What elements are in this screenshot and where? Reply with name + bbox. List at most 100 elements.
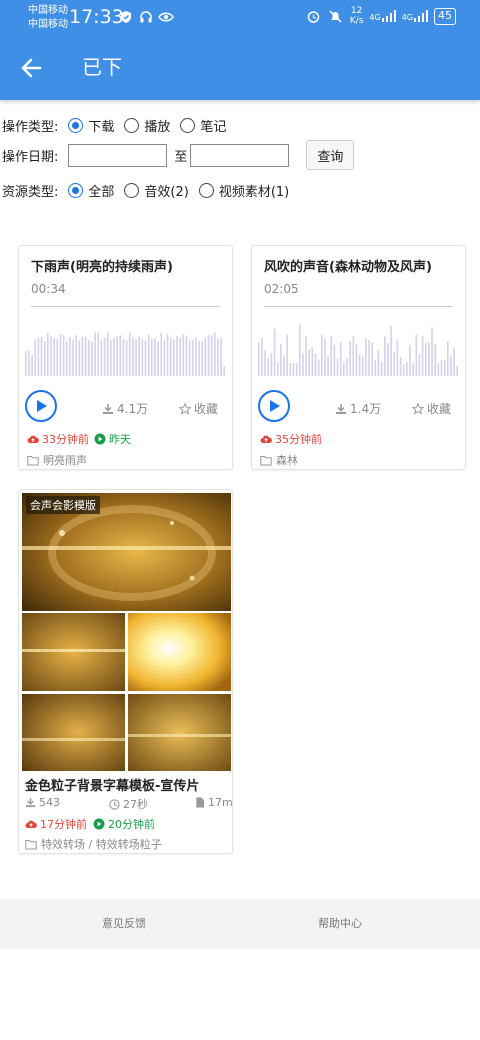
waveform-bar (56, 339, 59, 376)
play-circle-icon (94, 433, 106, 445)
video-duration: 27秒 (109, 796, 148, 812)
waveform-bar (437, 363, 440, 376)
waveform-bar (447, 341, 449, 376)
waveform-bar (286, 334, 288, 376)
waveform-bar (295, 362, 298, 376)
help-center-link[interactable]: 帮助中心 (318, 915, 362, 931)
eye-icon (158, 9, 174, 25)
radio-res-all[interactable]: 全部 (68, 181, 114, 200)
cloud-upload-icon (260, 435, 272, 443)
audio-card[interactable]: 风吹的声音(森林动物及风声) 02:05 1.4万 收藏 35分钟前 森林 (251, 245, 466, 470)
feedback-link[interactable]: 意见反馈 (102, 915, 146, 931)
waveform-bar (352, 336, 355, 376)
status-time: 17:33 (69, 6, 124, 28)
waveform-bar (103, 337, 106, 376)
waveform-bar (84, 337, 87, 376)
waveform-bar (40, 336, 43, 376)
waveform-bar (173, 339, 175, 376)
waveform-bar (110, 340, 112, 376)
mute-bell-icon (328, 8, 344, 24)
waveform-bar (339, 342, 342, 376)
radio-res-video[interactable]: 视频素材(1) (198, 181, 289, 200)
waveform-bar (78, 340, 81, 376)
waveform-bar (53, 337, 55, 376)
date-from-input[interactable] (68, 143, 168, 167)
waveform-bar (179, 338, 181, 376)
download-count: 543 (25, 796, 60, 809)
video-title: 金色粒子背景字幕模板-宣传片 (25, 779, 200, 794)
shield-icon (118, 9, 134, 25)
waveform-bar (314, 353, 317, 376)
uploaded-time: 33分钟前 (27, 431, 89, 447)
waveform-bar (374, 360, 377, 376)
waveform-bar (75, 335, 77, 376)
radio-res-sound[interactable]: 音效(2) (124, 181, 189, 200)
favorite-button[interactable]: 收藏 (412, 400, 451, 417)
waveform-bar (346, 358, 348, 376)
waveform-bar (25, 351, 27, 376)
waveform-bar (261, 337, 263, 376)
waveform-bar (283, 355, 285, 376)
star-icon (412, 402, 424, 415)
thumbnail (128, 613, 231, 691)
radio-dot (68, 118, 84, 133)
video-card[interactable]: 会声会影模版 金色粒子背景字幕模板-宣传片 543 27秒 17m 17分钟前 … (18, 489, 233, 854)
waveform-bar (384, 336, 386, 376)
waveform-bar (453, 348, 455, 376)
waveform-bar (355, 344, 358, 376)
thumbnail (128, 694, 231, 771)
waveform-bar (380, 361, 383, 376)
radio-op-play[interactable]: 播放 (124, 116, 170, 135)
waveform-bar (191, 339, 194, 376)
waveform-bar (273, 328, 276, 376)
waveform-bar (157, 341, 159, 376)
audio-card[interactable]: 下雨声(明亮的持续雨声) 00:34 4.1万 收藏 33分钟前 昨天 明亮雨声 (18, 245, 233, 470)
waveform-bar (59, 334, 62, 376)
waveform-bar (106, 332, 109, 376)
waveform-bar (185, 335, 188, 376)
waveform-bar (141, 338, 144, 376)
waveform-bar (37, 337, 40, 376)
waveform-bar (217, 338, 219, 376)
file-size: 17m (195, 796, 233, 809)
signal-bars-icon (414, 10, 428, 22)
waveform-bar (270, 352, 273, 376)
waveform-bar (47, 333, 49, 376)
audio-duration: 02:05 (264, 282, 299, 296)
play-button[interactable] (25, 390, 57, 422)
waveform-bar (324, 338, 326, 376)
radio-op-download[interactable]: 下载 (68, 116, 114, 135)
played-time: 20分钟前 (93, 816, 155, 832)
waveform-bar (188, 340, 191, 376)
waveform-bar (267, 357, 270, 376)
waveform-bar (298, 324, 301, 376)
signal-2: 4G (402, 10, 428, 22)
favorite-button[interactable]: 收藏 (179, 400, 218, 417)
waveform-bar (302, 353, 304, 376)
waveform-bar (160, 332, 163, 376)
folder-icon (260, 455, 272, 465)
waveform-bar (424, 342, 427, 376)
battery-indicator: 45 (434, 7, 456, 25)
app-bar: 已下 (0, 36, 480, 100)
radio-op-note[interactable]: 笔记 (180, 116, 226, 135)
waveform-bar (321, 334, 323, 376)
category: 森林 (260, 452, 298, 468)
waveform-bar (81, 336, 84, 376)
waveform-bar (440, 359, 443, 376)
play-button[interactable] (258, 390, 290, 422)
waveform-bar (264, 350, 266, 376)
video-thumbnails[interactable]: 会声会影模版 (22, 493, 231, 771)
waveform-bar (119, 335, 122, 376)
waveform-bar (147, 334, 150, 376)
waveform-bar (122, 339, 125, 376)
back-button[interactable] (18, 54, 46, 82)
waveform-bar (163, 339, 166, 376)
waveform-bar (88, 340, 90, 376)
waveform-bar (65, 341, 68, 376)
category: 特效转场 / 特效转场粒子 (25, 836, 162, 852)
query-button[interactable]: 查询 (306, 140, 355, 170)
waveform-bar (399, 357, 402, 376)
date-to-input[interactable] (190, 143, 290, 167)
waveform-bar (415, 334, 418, 376)
